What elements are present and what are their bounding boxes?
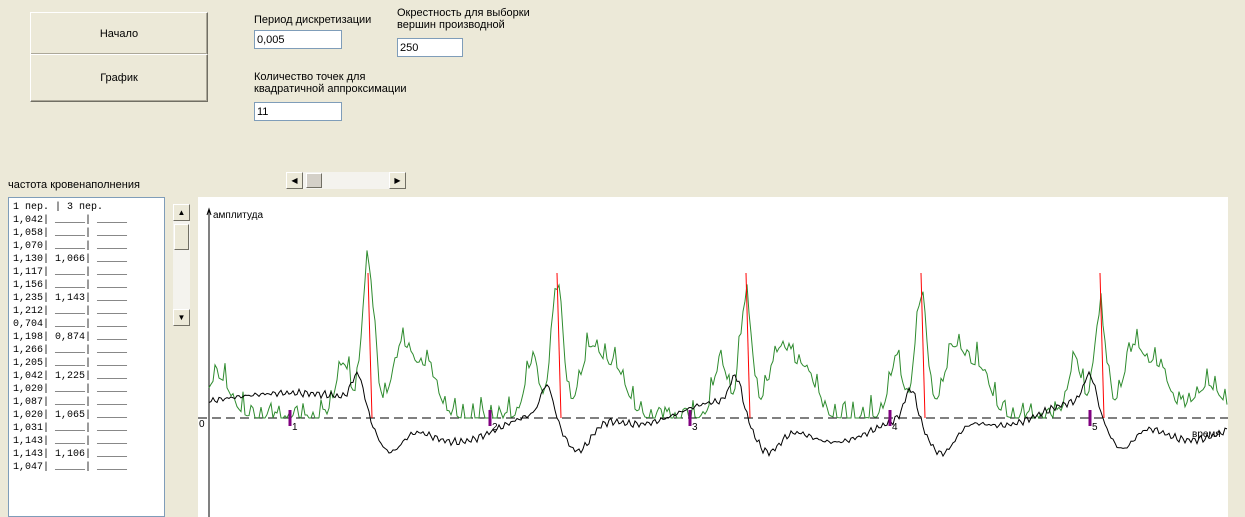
approx-points-input[interactable]	[254, 102, 342, 121]
chart-horizontal-scrollbar[interactable]: ◀ ▶	[286, 172, 406, 189]
arrow-down-icon[interactable]: ▼	[173, 309, 190, 326]
start-button[interactable]: Начало	[30, 12, 208, 55]
list-item[interactable]: 1,205| _____| _____	[13, 357, 164, 370]
list-item[interactable]: 0,704| _____| _____	[13, 318, 164, 331]
list-item[interactable]: 1,235| 1,143| _____	[13, 292, 164, 305]
list-item[interactable]: 1,042| _____| _____	[13, 214, 164, 227]
approx-points-label: Количество точек для квадратичной аппрок…	[254, 71, 407, 95]
period-marker-label: 3	[692, 422, 698, 433]
frequency-list-title: частота кровенаполнения	[8, 179, 140, 191]
list-item[interactable]: 1,070| _____| _____	[13, 240, 164, 253]
list-item[interactable]: 1,266| _____| _____	[13, 344, 164, 357]
list-item[interactable]: 1,042| 1,225| _____	[13, 370, 164, 383]
list-vertical-scrollbar[interactable]: ▲ ▼	[173, 204, 190, 326]
origin-label: 0	[199, 419, 205, 430]
list-item[interactable]: 1,087| _____| _____	[13, 396, 164, 409]
list-item[interactable]: 1,020| 1,065| _____	[13, 409, 164, 422]
arrow-up-icon[interactable]: ▲	[173, 204, 190, 221]
list-item[interactable]: 1,156| _____| _____	[13, 279, 164, 292]
signal-plot: амплитуда время 0 1 2 3 4 5	[198, 197, 1228, 517]
list-item[interactable]: 1,143| 1,106| _____	[13, 448, 164, 461]
list-item[interactable]: 1,020| _____| _____	[13, 383, 164, 396]
neighborhood-label: Окрестность для выборки вершин производн…	[397, 7, 530, 31]
derivative-series-line	[208, 250, 1228, 420]
list-item[interactable]: 1,198| 0,874| _____	[13, 331, 164, 344]
signal-plot-svg: амплитуда время 0 1 2 3 4 5	[198, 207, 1228, 517]
scroll-thumb[interactable]	[306, 173, 322, 188]
chart-button[interactable]: График	[30, 54, 208, 102]
signal-series-line	[208, 370, 1228, 458]
list-item[interactable]: 1,143| _____| _____	[13, 435, 164, 448]
peak-marker	[367, 272, 373, 419]
arrow-right-icon[interactable]: ▶	[389, 172, 406, 189]
list-item[interactable]: 1 пер. | 3 пер.	[13, 201, 164, 214]
sampling-period-label: Период дискретизации	[254, 14, 372, 26]
list-item[interactable]: 1,047| _____| _____	[13, 461, 164, 474]
y-axis-label: амплитуда	[213, 210, 263, 221]
peak-marker	[1099, 272, 1105, 419]
list-item[interactable]: 1,058| _____| _____	[13, 227, 164, 240]
list-item[interactable]: 1,130| 1,066| _____	[13, 253, 164, 266]
x-axis-label: время	[1192, 429, 1221, 440]
frequency-list[interactable]: 1 пер. | 3 пер. 1,042| _____| _____ 1,058|…	[8, 197, 165, 517]
period-marker-label: 5	[1092, 422, 1098, 433]
period-marker-label: 1	[292, 422, 298, 433]
arrow-left-icon[interactable]: ◀	[286, 172, 303, 189]
list-item[interactable]: 1,212| _____| _____	[13, 305, 164, 318]
list-item[interactable]: 1,031| _____| _____	[13, 422, 164, 435]
list-item[interactable]: 1,117| _____| _____	[13, 266, 164, 279]
sampling-period-input[interactable]	[254, 30, 342, 49]
neighborhood-input[interactable]	[397, 38, 463, 57]
period-marker-label: 4	[892, 422, 898, 433]
scroll-thumb[interactable]	[174, 224, 189, 250]
period-marker-label: 2	[492, 422, 498, 433]
